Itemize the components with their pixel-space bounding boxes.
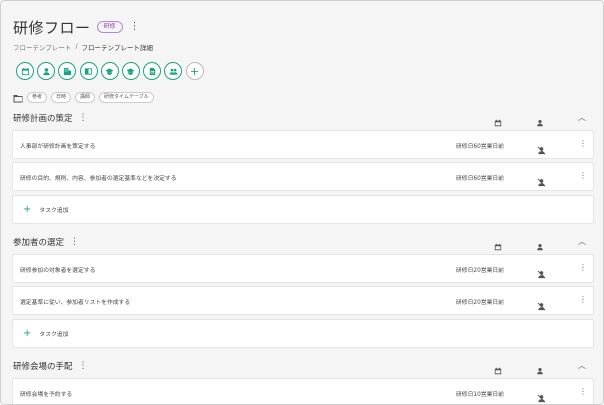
add-task-label: タスク追加: [39, 208, 69, 214]
collapse-chevron-icon[interactable]: ︿: [578, 112, 588, 122]
folder-icon: [13, 88, 23, 107]
collapse-chevron-icon[interactable]: ︿: [578, 236, 588, 246]
person-icon: [536, 360, 546, 375]
plus-icon: +: [23, 203, 32, 215]
task-name: 研修会場を予約する: [20, 392, 73, 398]
task-due: 研修日20営業日前: [456, 268, 504, 274]
section-title: 研修会場の手配: [13, 362, 73, 372]
section-menu-icon[interactable]: ⋮: [70, 237, 79, 247]
task-menu-icon[interactable]: ⋮: [579, 387, 587, 396]
no-assignee-icon[interactable]: [537, 172, 546, 191]
person-button[interactable]: [37, 62, 56, 80]
breadcrumb-current: フローテンプレート詳細: [81, 44, 153, 52]
task-due: 研修日60営業日前: [456, 176, 504, 182]
graduation-cap-icon: [126, 67, 135, 75]
tag-filter-row: 参考 日時 講師 研修タイムテーブル: [13, 88, 154, 107]
add-task-label: タスク追加: [39, 332, 69, 338]
app-window: 研修フロー 研修 ⋮ フローテンプレート / フローテンプレート詳細 + 参考 …: [0, 0, 604, 405]
page-title: 研修フロー: [13, 18, 91, 37]
task-name: 人事部が研修計画を策定する: [20, 144, 96, 150]
book-button[interactable]: [79, 62, 98, 80]
task-row[interactable]: 人事部が研修計画を策定する 研修日60営業日前 ⋮: [12, 130, 594, 159]
task-menu-icon[interactable]: ⋮: [579, 171, 587, 180]
document-icon: [149, 67, 155, 75]
page-menu-icon[interactable]: ⋮: [130, 22, 140, 32]
section-menu-icon[interactable]: ⋮: [79, 361, 88, 371]
task-due: 研修日60営業日前: [456, 144, 504, 150]
add-item-button[interactable]: +: [185, 62, 204, 80]
collapse-chevron-icon[interactable]: ︿: [578, 360, 588, 370]
book-icon: [84, 67, 93, 75]
section-header: 研修会場の手配 ⋮ ︿: [13, 358, 593, 375]
page-header: 研修フロー 研修 ⋮: [13, 15, 140, 39]
group-button[interactable]: [164, 62, 183, 80]
section-menu-icon[interactable]: ⋮: [79, 113, 88, 123]
plus-icon: +: [23, 327, 32, 339]
task-menu-icon[interactable]: ⋮: [579, 139, 587, 148]
breadcrumb-separator: /: [75, 42, 78, 50]
section-header: 参加者の選定 ⋮ ︿: [13, 234, 593, 251]
add-icon: +: [189, 64, 200, 78]
task-row[interactable]: 研修の目的、規則、内容、参加者の選定基準などを決定する 研修日60営業日前 ⋮: [12, 162, 594, 191]
calendar-icon: [21, 67, 29, 75]
task-due: 研修日20営業日前: [456, 300, 504, 306]
tag-chip[interactable]: 講師: [75, 92, 96, 103]
calendar-icon: [494, 236, 504, 251]
category-badge: 研修: [96, 21, 123, 33]
calendar-icon: [494, 112, 504, 127]
section-header: 研修計画の策定 ⋮ ︿: [13, 110, 593, 127]
section-title: 参加者の選定: [13, 238, 65, 248]
person-icon: [536, 236, 546, 251]
training-timetable-button[interactable]: [121, 62, 140, 80]
no-assignee-icon[interactable]: [537, 140, 546, 159]
training-button[interactable]: [100, 62, 119, 80]
task-row[interactable]: 研修参加の対象者を選定する 研修日20営業日前 ⋮: [12, 254, 594, 283]
person-icon: [43, 67, 50, 75]
no-assignee-icon[interactable]: [537, 264, 546, 283]
tag-chip[interactable]: 参考: [27, 92, 48, 103]
no-assignee-icon[interactable]: [537, 296, 546, 315]
person-icon: [536, 112, 546, 127]
task-name: 研修参加の対象者を選定する: [20, 268, 96, 274]
calendar-button[interactable]: [16, 62, 34, 80]
task-name: 研修の目的、規則、内容、参加者の選定基準などを決定する: [20, 176, 177, 182]
group-icon: [169, 68, 178, 75]
calendar-icon: [494, 360, 504, 375]
breadcrumb: フローテンプレート / フローテンプレート詳細: [13, 42, 153, 52]
breadcrumb-parent-link[interactable]: フローテンプレート: [13, 42, 71, 52]
template-icon-toolbar: +: [16, 62, 204, 80]
task-row[interactable]: 研修会場を予約する 研修日10営業日前 ⋮: [12, 378, 594, 404]
task-row[interactable]: 選定基準に従い、参加者リストを作成する 研修日20営業日前 ⋮: [12, 286, 594, 315]
document-button[interactable]: [143, 62, 162, 80]
add-task-button[interactable]: + タスク追加: [12, 319, 594, 348]
no-assignee-icon[interactable]: [537, 388, 546, 404]
building-icon: [63, 67, 71, 75]
task-menu-icon[interactable]: ⋮: [579, 263, 587, 272]
add-task-button[interactable]: + タスク追加: [12, 195, 594, 224]
tag-chip[interactable]: 日時: [51, 92, 72, 103]
graduation-cap-icon: [105, 67, 114, 75]
section-title: 研修計画の策定: [13, 114, 73, 124]
task-due: 研修日10営業日前: [456, 392, 504, 398]
building-button[interactable]: [58, 62, 77, 80]
task-menu-icon[interactable]: ⋮: [579, 295, 587, 304]
tag-chip[interactable]: 研修タイムテーブル: [99, 92, 154, 103]
task-name: 選定基準に従い、参加者リストを作成する: [20, 300, 131, 306]
